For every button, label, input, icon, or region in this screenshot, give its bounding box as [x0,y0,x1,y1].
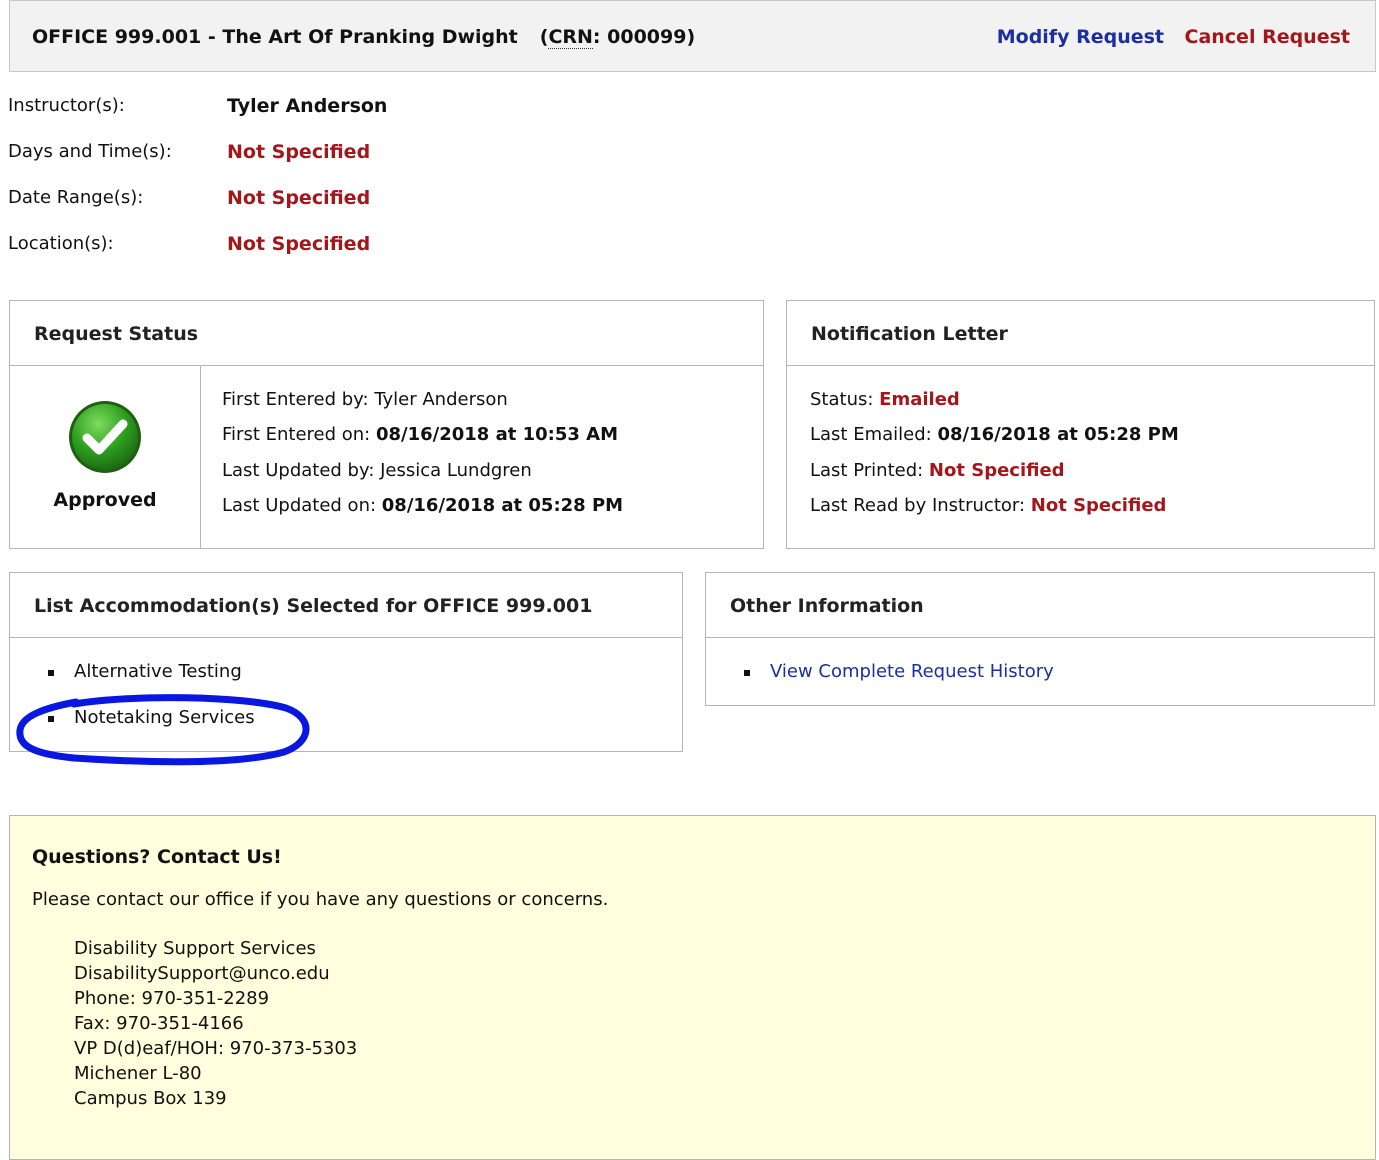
request-status-panel: Request Status Approved First Entered by… [9,300,764,549]
location-label: Location(s): [8,233,114,254]
first-entered-on-value: 08/16/2018 at 10:53 AM [375,424,619,445]
last-updated-on-label: Last Updated on: [222,495,377,516]
contact-intro: Please contact our office if you have an… [32,889,609,910]
course-name: OFFICE 999.001 - The Art Of Pranking Dwi… [32,26,518,48]
last-emailed-label: Last Emailed: [810,424,932,445]
notification-letter-title: Notification Letter [811,323,1008,345]
first-entered-by-label: First Entered by: [222,389,369,410]
contact-details: Disability Support Services DisabilitySu… [74,936,357,1111]
notification-status: Status: Emailed [810,389,960,410]
other-information-title: Other Information [730,595,924,617]
modify-request-link[interactable]: Modify Request [997,26,1164,48]
notification-letter-header: Notification Letter [787,301,1374,366]
last-emailed-value: 08/16/2018 at 05:28 PM [937,424,1179,445]
bullet-icon [48,716,54,722]
first-entered-on: First Entered on: 08/16/2018 at 10:53 AM [222,424,618,445]
contact-office-name: Disability Support Services [74,938,316,959]
contact-campus-box: Campus Box 139 [74,1088,227,1109]
last-emailed: Last Emailed: 08/16/2018 at 05:28 PM [810,424,1179,445]
last-read: Last Read by Instructor: Not Specified [810,495,1166,516]
accommodation-item: Notetaking Services [74,707,255,728]
last-printed: Last Printed: Not Specified [810,460,1065,481]
crn: (CRN: 000099) [540,26,696,49]
bullet-icon [48,670,54,676]
notification-status-label: Status: [810,389,874,410]
days-time-label: Days and Time(s): [8,141,172,162]
status-cell: Approved [10,365,201,548]
contact-title: Questions? Contact Us! [32,846,282,868]
contact-vp: VP D(d)eaf/HOH: 970-373-5303 [74,1038,358,1059]
other-information-header: Other Information [706,573,1374,638]
first-entered-on-label: First Entered on: [222,424,371,445]
first-entered-by: First Entered by: Tyler Anderson [222,389,508,410]
other-information-panel: Other Information View Complete Request … [705,572,1375,706]
days-time-value: Not Specified [227,141,371,163]
contact-box: Questions? Contact Us! Please contact ou… [9,815,1376,1160]
course-header: OFFICE 999.001 - The Art Of Pranking Dwi… [9,0,1376,72]
first-entered-by-value: Tyler Anderson [374,389,508,410]
last-updated-by: Last Updated by: Jessica Lundgren [222,460,532,481]
last-read-value: Not Specified [1030,495,1167,516]
crn-value: : 000099) [592,26,696,48]
contact-fax: Fax: 970-351-4166 [74,1013,244,1034]
location-value: Not Specified [227,233,371,255]
crn-abbr: CRN [548,26,593,49]
last-updated-on: Last Updated on: 08/16/2018 at 05:28 PM [222,495,623,516]
last-printed-value: Not Specified [928,460,1065,481]
last-updated-on-value: 08/16/2018 at 05:28 PM [381,495,624,516]
bullet-icon [744,670,750,676]
date-range-value: Not Specified [227,187,371,209]
view-request-history-link[interactable]: View Complete Request History [770,661,1054,682]
last-updated-by-value: Jessica Lundgren [380,460,532,481]
accommodations-header: List Accommodation(s) Selected for OFFIC… [10,573,682,638]
request-status-title: Request Status [34,323,199,345]
contact-email[interactable]: DisabilitySupport@unco.edu [74,961,357,986]
last-read-label: Last Read by Instructor: [810,495,1026,516]
instructor-label: Instructor(s): [8,95,125,116]
accommodation-item: Alternative Testing [74,661,242,682]
approved-check-icon [69,401,141,473]
cancel-request-link[interactable]: Cancel Request [1185,26,1351,48]
request-status-header: Request Status [10,301,763,366]
last-printed-label: Last Printed: [810,460,924,481]
status-approved-label: Approved [53,489,157,511]
contact-phone: Phone: 970-351-2289 [74,988,270,1009]
accommodations-title: List Accommodation(s) Selected for OFFIC… [34,595,593,617]
contact-location: Michener L-80 [74,1063,202,1084]
date-range-label: Date Range(s): [8,187,144,208]
notification-letter-panel: Notification Letter Status: Emailed Last… [786,300,1375,549]
course-title: OFFICE 999.001 - The Art Of Pranking Dwi… [32,26,696,49]
instructor-value: Tyler Anderson [227,95,388,117]
accommodations-panel: List Accommodation(s) Selected for OFFIC… [9,572,683,752]
last-updated-by-label: Last Updated by: [222,460,375,481]
notification-status-value: Emailed [879,389,960,410]
